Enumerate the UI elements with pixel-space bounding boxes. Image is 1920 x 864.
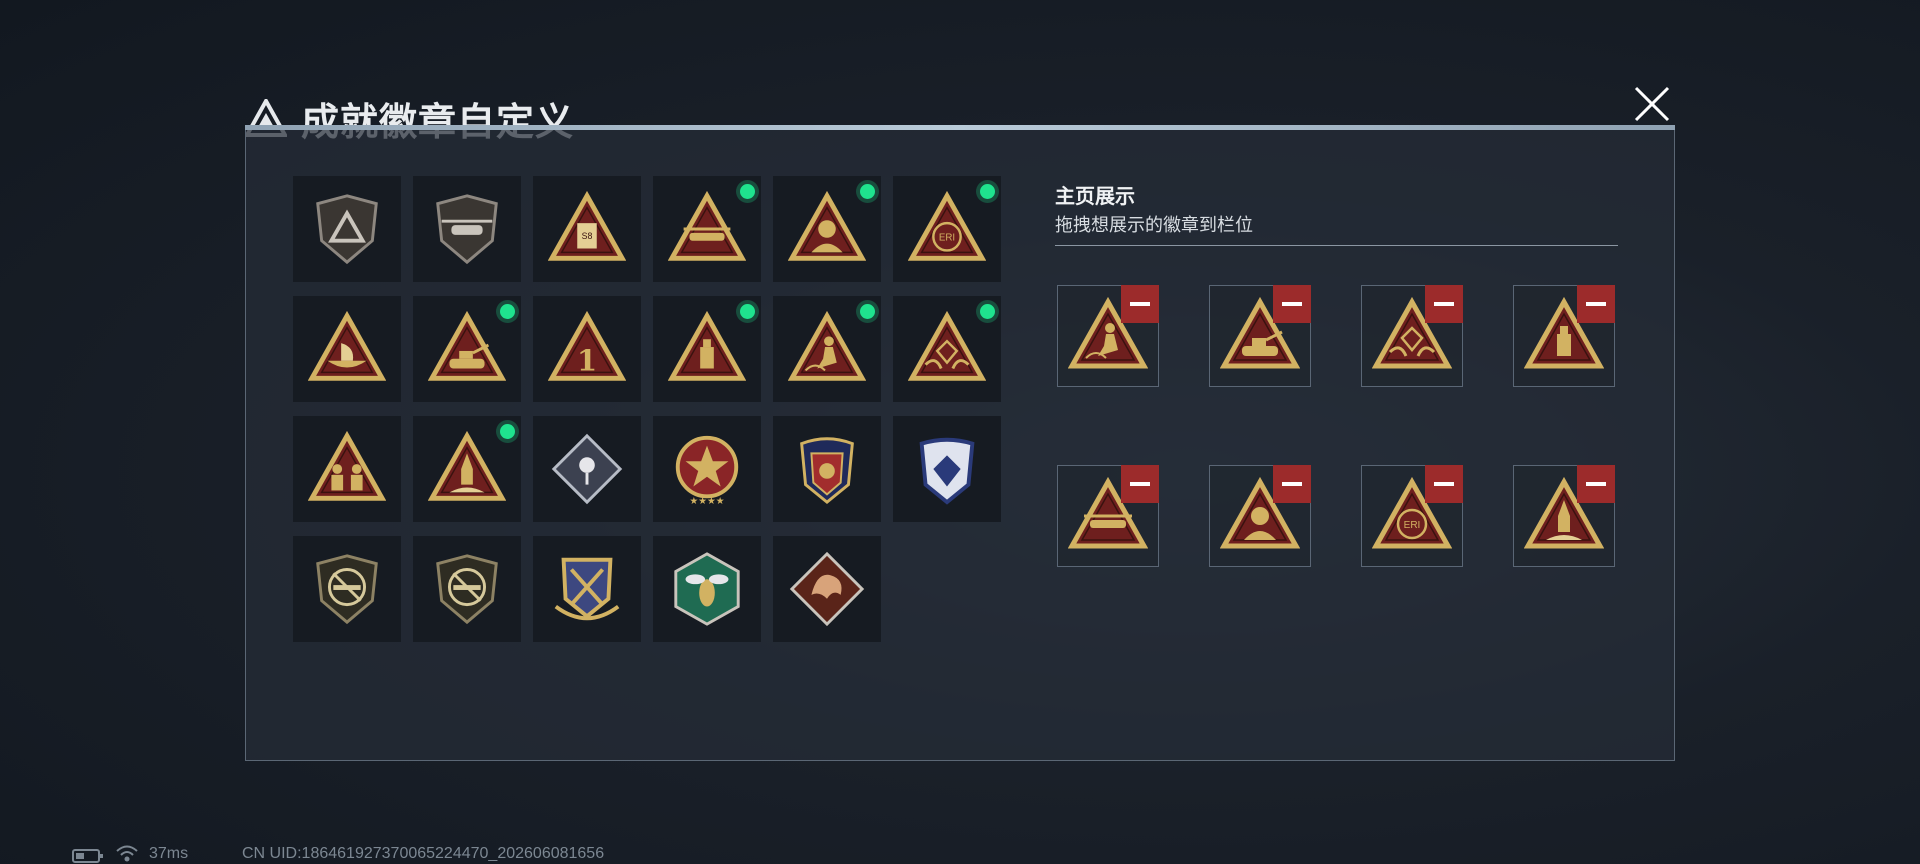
no-rifle-badge-icon bbox=[316, 554, 378, 625]
remove-badge-button[interactable] bbox=[1121, 465, 1159, 503]
badge-cell[interactable] bbox=[413, 536, 521, 642]
minus-icon bbox=[1434, 302, 1454, 306]
crest-stars-badge-icon bbox=[800, 437, 854, 505]
badge-cell[interactable] bbox=[893, 296, 1001, 402]
equipped-indicator bbox=[500, 304, 515, 319]
runner-badge-icon bbox=[788, 310, 866, 381]
star-medal-badge-icon: ★★★★ bbox=[675, 435, 739, 507]
badge-cell[interactable] bbox=[413, 416, 521, 522]
remove-badge-button[interactable] bbox=[1425, 465, 1463, 503]
badge-cell[interactable]: S8 bbox=[533, 176, 641, 282]
remove-badge-button[interactable] bbox=[1577, 285, 1615, 323]
usb-drive-badge-icon bbox=[668, 310, 746, 381]
badge-cell[interactable] bbox=[413, 176, 521, 282]
minus-icon bbox=[1586, 302, 1606, 306]
badge-cell[interactable] bbox=[653, 296, 761, 402]
shield-logo-badge-icon bbox=[316, 194, 378, 265]
badge-cell[interactable] bbox=[533, 416, 641, 522]
equipped-indicator bbox=[860, 184, 875, 199]
showcase-slot[interactable]: ERI bbox=[1361, 465, 1463, 567]
showcase-slot[interactable] bbox=[1057, 465, 1159, 567]
ping-text: 37ms bbox=[149, 845, 189, 862]
remove-badge-button[interactable] bbox=[1273, 285, 1311, 323]
svg-text:1: 1 bbox=[577, 343, 597, 377]
showcase-slot[interactable] bbox=[1361, 285, 1463, 387]
dragon-diamond-badge-icon bbox=[789, 551, 865, 627]
tank-badge-icon bbox=[428, 310, 506, 381]
minus-icon bbox=[1282, 302, 1302, 306]
showcase-slot[interactable] bbox=[1209, 285, 1311, 387]
svg-text:ERI: ERI bbox=[1404, 520, 1421, 531]
showcase-title: 主页展示 bbox=[1055, 186, 1135, 208]
minus-icon bbox=[1586, 482, 1606, 486]
showcase-slot[interactable] bbox=[1209, 465, 1311, 567]
showcase-slot[interactable] bbox=[1513, 285, 1615, 387]
showcase-divider bbox=[1055, 245, 1618, 246]
minus-icon bbox=[1434, 482, 1454, 486]
rose-diamond-badge-icon bbox=[551, 433, 623, 505]
wifi-icon bbox=[116, 845, 138, 862]
diamond-shield-badge-icon bbox=[919, 437, 975, 505]
minus-icon bbox=[1130, 482, 1150, 486]
no-smg-badge-icon bbox=[436, 554, 498, 625]
equipped-indicator bbox=[500, 424, 515, 439]
badge-cell[interactable] bbox=[773, 296, 881, 402]
badge-cell[interactable]: ★★★★ bbox=[653, 416, 761, 522]
equipped-indicator bbox=[740, 304, 755, 319]
equipped-indicator bbox=[860, 304, 875, 319]
remove-badge-button[interactable] bbox=[1577, 465, 1615, 503]
showcase-slot[interactable] bbox=[1513, 465, 1615, 567]
badge-cell[interactable] bbox=[773, 416, 881, 522]
svg-text:S8: S8 bbox=[582, 231, 593, 241]
minus-icon bbox=[1282, 482, 1302, 486]
badge-cell[interactable]: ERI bbox=[893, 176, 1001, 282]
badge-cell[interactable] bbox=[293, 536, 401, 642]
gunship-badge-icon bbox=[668, 190, 746, 261]
badge-cell[interactable] bbox=[533, 536, 641, 642]
close-icon[interactable] bbox=[1628, 80, 1676, 128]
remove-badge-button[interactable] bbox=[1273, 465, 1311, 503]
badge-cell[interactable] bbox=[413, 296, 521, 402]
diamond-hands-badge-icon bbox=[908, 310, 986, 381]
battery-icon bbox=[72, 849, 103, 863]
s8-card-badge-icon: S8 bbox=[548, 190, 626, 261]
badge-cell[interactable] bbox=[293, 176, 401, 282]
eri-globe-badge-icon: ERI bbox=[908, 190, 986, 261]
panel-top-border bbox=[245, 125, 1675, 130]
badge-cell[interactable] bbox=[293, 296, 401, 402]
equipped-indicator bbox=[980, 184, 995, 199]
number-one-badge-icon: 1 bbox=[548, 310, 626, 381]
squad-soldiers-badge-icon bbox=[308, 430, 386, 501]
badge-cell[interactable]: 1 bbox=[533, 296, 641, 402]
showcase-slot[interactable] bbox=[1057, 285, 1159, 387]
boat-wave-badge-icon bbox=[308, 310, 386, 381]
equipped-indicator bbox=[980, 304, 995, 319]
svg-text:★★★★: ★★★★ bbox=[690, 496, 725, 507]
rocket-launch-badge-icon bbox=[428, 430, 506, 501]
badge-cell[interactable] bbox=[293, 416, 401, 522]
badge-cell[interactable] bbox=[773, 176, 881, 282]
badge-cell[interactable] bbox=[893, 416, 1001, 522]
badge-cell[interactable] bbox=[653, 176, 761, 282]
wasp-hexagon-badge-icon bbox=[674, 552, 740, 626]
badge-cell[interactable] bbox=[773, 536, 881, 642]
uid-text: CN UID:186461927370065224470_20260608165… bbox=[242, 845, 605, 862]
svg-text:ERI: ERI bbox=[939, 233, 955, 244]
helicopter-shield-badge-icon bbox=[436, 194, 498, 265]
remove-badge-button[interactable] bbox=[1425, 285, 1463, 323]
remove-badge-button[interactable] bbox=[1121, 285, 1159, 323]
soldier-portrait-badge-icon bbox=[788, 190, 866, 261]
equipped-indicator bbox=[740, 184, 755, 199]
showcase-subtitle: 拖拽想展示的徽章到栏位 bbox=[1055, 215, 1253, 235]
crossed-weapons-crest-badge-icon bbox=[554, 557, 620, 621]
minus-icon bbox=[1130, 302, 1150, 306]
badge-cell[interactable] bbox=[653, 536, 761, 642]
